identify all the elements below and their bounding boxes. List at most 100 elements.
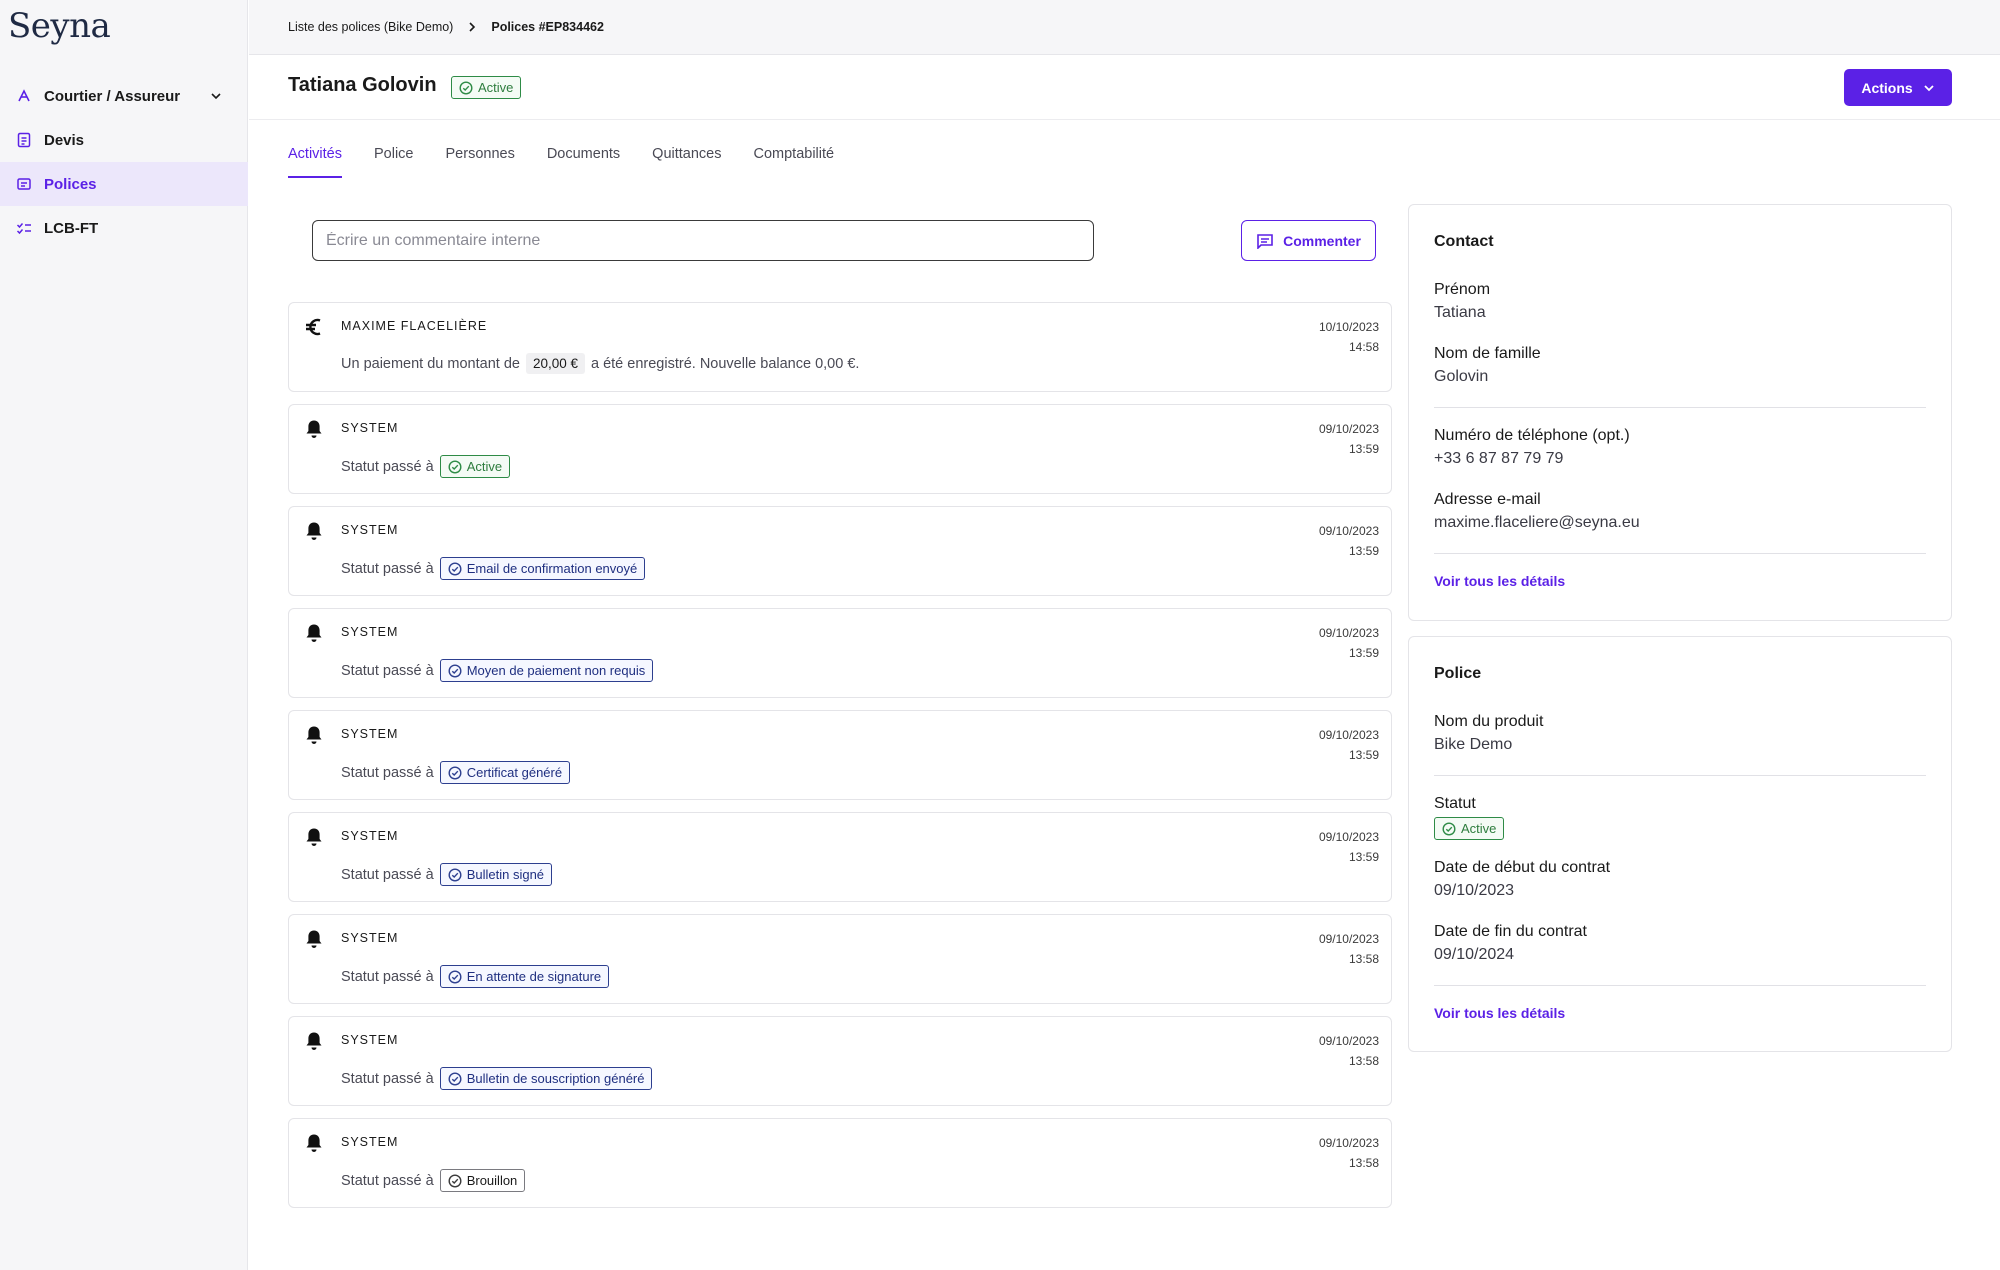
activity-date: 09/10/2023 <box>1318 1136 1379 1150</box>
activity-author: SYSTEM <box>341 421 399 435</box>
list-item: MAXIME FLACELIÈRE 10/10/2023 14:58 Un pa… <box>288 302 1392 392</box>
activity-timestamp: 09/10/2023 13:59 <box>1319 521 1379 561</box>
tab-personnes[interactable]: Personnes <box>446 146 515 178</box>
status-badge: Bulletin de souscription généré <box>439 1067 653 1090</box>
field-label: Numéro de téléphone (opt.) <box>1434 427 1630 444</box>
activity-timestamp: 09/10/2023 13:59 <box>1319 623 1379 663</box>
page-title: Tatiana Golovin <box>288 74 437 96</box>
status-badge-label: Bulletin signé <box>466 867 545 882</box>
sidebar-item-devis[interactable]: Devis <box>0 118 248 162</box>
status-badge-label: Active <box>466 459 503 474</box>
check-circle-icon <box>448 663 462 678</box>
divider <box>1434 407 1926 408</box>
status-badge-label: Email de confirmation envoyé <box>466 561 638 576</box>
field-value: Bike Demo <box>1434 736 1513 753</box>
activity-timestamp: 09/10/2023 13:58 <box>1319 1031 1379 1071</box>
divider <box>1434 985 1926 986</box>
divider <box>1434 775 1926 776</box>
activity-list: MAXIME FLACELIÈRE 10/10/2023 14:58 Un pa… <box>288 302 1392 1220</box>
actions-button[interactable]: Actions <box>1844 69 1952 106</box>
status-badge: Email de confirmation envoyé <box>439 557 646 580</box>
check-circle-icon <box>459 80 473 95</box>
list-item: SYSTEM 09/10/2023 13:59 Statut passé à Ce… <box>288 710 1392 800</box>
activity-text: Statut passé à <box>341 1172 434 1189</box>
last-name-field: Nom de famille Golovin <box>1434 343 1541 388</box>
sidebar-item-label: Devis <box>44 131 85 149</box>
check-circle-icon <box>448 765 462 780</box>
activity-time: 13:59 <box>1348 646 1379 660</box>
field-value: +33 6 87 87 79 79 <box>1434 450 1564 467</box>
activity-body: Statut passé à Brouillon <box>341 1169 526 1192</box>
list-item: SYSTEM 09/10/2023 13:59 Statut passé à Em… <box>288 506 1392 596</box>
quote-document-icon <box>16 132 32 148</box>
police-details-link[interactable]: Voir tous les détails <box>1434 1005 1565 1021</box>
bell-icon <box>303 622 325 644</box>
breadcrumb-parent-link[interactable]: Liste des polices (Bike Demo) <box>288 20 453 34</box>
tab-quittances[interactable]: Quittances <box>652 146 721 178</box>
bell-icon <box>303 1030 325 1052</box>
status-badge-label: Brouillon <box>466 1173 518 1188</box>
activity-text: Statut passé à <box>341 968 434 985</box>
status-badge: Active <box>439 455 511 478</box>
field-label: Adresse e-mail <box>1434 491 1541 508</box>
sidebar: Seyna Courtier / Assureur Devis Polices <box>0 0 248 1270</box>
tab-comptabilite[interactable]: Comptabilité <box>754 146 835 178</box>
check-circle-icon <box>448 561 462 576</box>
activity-time: 13:58 <box>1348 1054 1379 1068</box>
activity-text: Statut passé à <box>341 866 434 883</box>
activity-author: SYSTEM <box>341 931 399 945</box>
activity-time: 13:58 <box>1348 1156 1379 1170</box>
activity-time: 13:58 <box>1348 952 1379 966</box>
bell-icon <box>303 826 325 848</box>
card-title: Contact <box>1434 233 1494 250</box>
activity-body: Statut passé à En attente de signature <box>341 965 610 988</box>
comment-button[interactable]: Commenter <box>1241 220 1376 261</box>
tab-activites[interactable]: Activités <box>288 146 342 178</box>
list-item: SYSTEM 09/10/2023 13:59 Statut passé à Bu… <box>288 812 1392 902</box>
activity-date: 09/10/2023 <box>1318 422 1379 436</box>
card-title: Police <box>1434 665 1482 682</box>
activity-time: 13:59 <box>1348 544 1379 558</box>
end-date-field: Date de fin du contrat 09/10/2024 <box>1434 921 1587 966</box>
app-logo[interactable]: Seyna <box>8 6 111 46</box>
breadcrumb-current: Polices #EP834462 <box>491 20 604 34</box>
bell-icon <box>303 928 325 950</box>
sidebar-item-label: Polices <box>44 175 97 193</box>
comment-input[interactable] <box>312 220 1094 261</box>
activity-timestamp: 09/10/2023 13:59 <box>1319 725 1379 765</box>
activity-body: Statut passé à Bulletin signé <box>341 863 553 886</box>
activity-text: Statut passé à <box>341 458 434 475</box>
tabs: Activités Police Personnes Documents Qui… <box>288 146 834 178</box>
field-value: 09/10/2024 <box>1434 946 1515 963</box>
tab-police[interactable]: Police <box>374 146 414 178</box>
phone-field: Numéro de téléphone (opt.) +33 6 87 87 7… <box>1434 425 1630 470</box>
field-label: Prénom <box>1434 281 1491 298</box>
status-badge-label: Active <box>1461 821 1497 836</box>
comment-button-label: Commenter <box>1283 232 1361 249</box>
activity-timestamp: 10/10/2023 14:58 <box>1319 317 1379 357</box>
chevron-down-icon <box>210 90 222 102</box>
chevron-down-icon <box>1924 84 1934 91</box>
euro-icon <box>303 316 325 338</box>
activity-text: Un paiement du montant de <box>341 355 520 372</box>
sidebar-item-lcb-ft[interactable]: LCB-FT <box>0 206 248 250</box>
field-label: Nom de famille <box>1434 345 1541 362</box>
activity-date: 09/10/2023 <box>1318 1034 1379 1048</box>
bell-icon <box>303 724 325 746</box>
sidebar-item-polices[interactable]: Polices <box>0 162 248 206</box>
tab-documents[interactable]: Documents <box>547 146 620 178</box>
status-badge-label: Active <box>478 80 514 95</box>
contact-details-link[interactable]: Voir tous les détails <box>1434 573 1565 589</box>
status-badge: Certificat généré <box>439 761 571 784</box>
field-value: Golovin <box>1434 368 1489 385</box>
sidebar-item-courtier-assureur[interactable]: Courtier / Assureur <box>0 74 248 118</box>
police-card: Police Nom du produit Bike Demo Statut A… <box>1408 636 1952 1052</box>
page-header: Tatiana Golovin Active Actions <box>249 56 2000 120</box>
check-circle-icon <box>448 459 462 474</box>
activity-timestamp: 09/10/2023 13:58 <box>1319 929 1379 969</box>
activity-time: 13:59 <box>1348 442 1379 456</box>
first-name-field: Prénom Tatiana <box>1434 279 1490 324</box>
email-field: Adresse e-mail maxime.flaceliere@seyna.e… <box>1434 489 1640 534</box>
policy-icon <box>16 176 32 192</box>
status-badge: Active <box>451 76 522 99</box>
